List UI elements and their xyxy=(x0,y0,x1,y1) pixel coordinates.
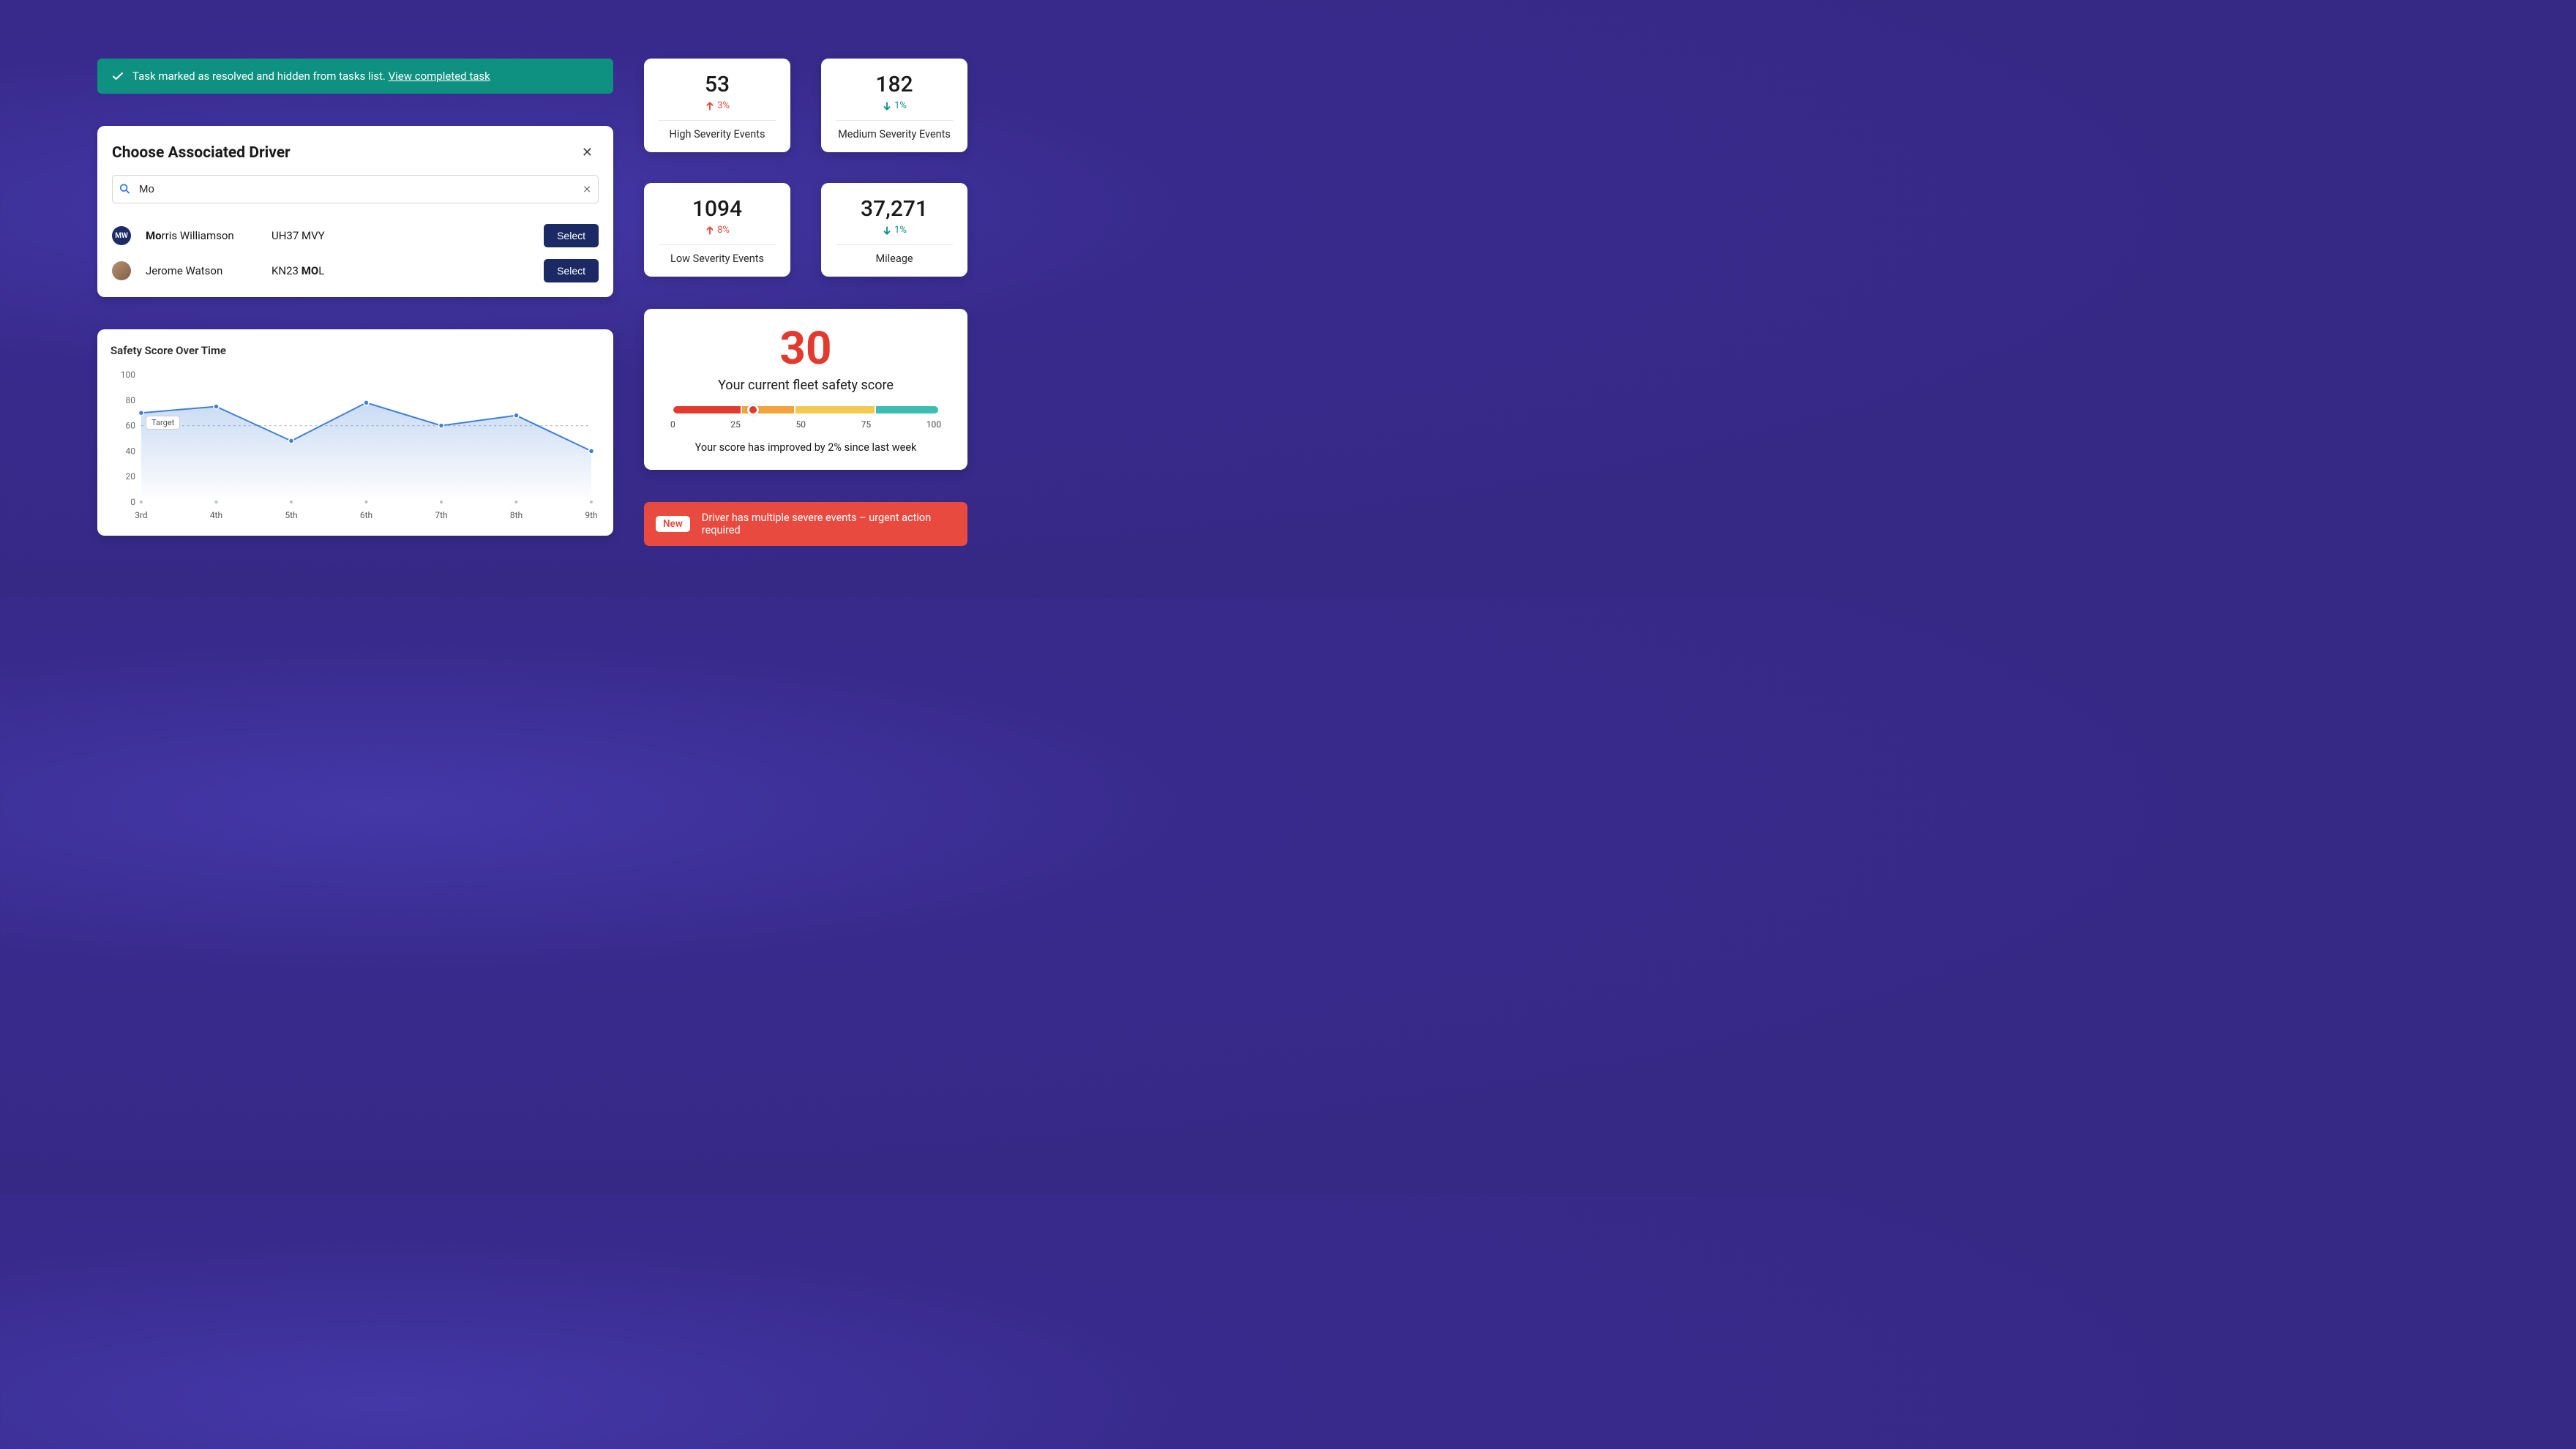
svg-text:9th: 9th xyxy=(585,510,597,520)
tile-value: 37,271 xyxy=(833,196,956,222)
svg-text:60: 60 xyxy=(125,421,135,431)
divider xyxy=(659,244,776,245)
search-icon xyxy=(119,182,130,196)
avatar: MW xyxy=(112,226,131,245)
close-icon: ✕ xyxy=(582,145,593,160)
arrow-down-icon xyxy=(882,225,892,236)
check-icon xyxy=(112,70,124,82)
gauge-tick: 75 xyxy=(861,419,872,430)
safety-score-value: 30 xyxy=(666,326,946,372)
svg-text:5th: 5th xyxy=(285,510,297,520)
tile-value: 182 xyxy=(833,72,956,97)
driver-name: Jerome Watson xyxy=(146,264,263,277)
svg-text:0: 0 xyxy=(130,497,135,507)
gauge-tick-labels: 0 25 50 75 100 xyxy=(670,419,941,430)
svg-text:20: 20 xyxy=(125,471,135,482)
svg-text:100: 100 xyxy=(121,370,135,380)
tile-value: 1094 xyxy=(656,196,779,222)
score-gauge xyxy=(673,406,938,413)
tile-label: Low Severity Events xyxy=(656,252,779,265)
select-driver-button[interactable]: Select xyxy=(544,259,599,282)
svg-text:6th: 6th xyxy=(360,510,372,520)
stat-tiles-grid: 53 3% High Severity Events 182 1% Medium Seve… xyxy=(644,59,967,277)
stat-tile: 37,271 1% Mileage xyxy=(821,183,967,277)
gauge-thumb xyxy=(747,404,759,416)
success-banner: Task marked as resolved and hidden from … xyxy=(97,59,613,94)
choose-driver-card: Choose Associated Driver ✕ ✕ MW Morris W… xyxy=(97,126,613,297)
chart-area: 0 20 40 60 80 100 3rd 4th 5th 6th 7th 8th 9th xyxy=(111,370,600,523)
svg-text:7th: 7th xyxy=(435,510,447,520)
arrow-up-icon xyxy=(705,101,715,111)
gauge-tick: 25 xyxy=(730,419,741,430)
stat-tile: 182 1% Medium Severity Events xyxy=(821,59,967,152)
gauge-segment-yellow xyxy=(795,406,875,413)
safety-score-subtitle: Your current fleet safety score xyxy=(666,378,946,393)
banner-text: Task marked as resolved and hidden from … xyxy=(132,70,389,83)
divider xyxy=(836,120,953,121)
arrow-up-icon xyxy=(705,225,715,236)
gauge-tick: 100 xyxy=(926,419,941,430)
score-note: Your score has improved by 2% since last… xyxy=(666,441,946,454)
tile-label: Medium Severity Events xyxy=(833,128,956,141)
svg-text:80: 80 xyxy=(125,395,135,405)
tile-delta: 1% xyxy=(833,100,956,111)
safety-chart-card: Safety Score Over Time 0 20 40 60 80 100 3rd 4t… xyxy=(97,329,613,536)
safety-score-card: 30 Your current fleet safety score 0 25 50… xyxy=(644,309,967,470)
close-button[interactable]: ✕ xyxy=(576,142,599,163)
select-driver-button[interactable]: Select xyxy=(544,224,599,247)
chart-title: Safety Score Over Time xyxy=(111,344,600,357)
clear-search-button[interactable]: ✕ xyxy=(583,183,591,195)
driver-name: Morris Williamson xyxy=(146,229,263,242)
stat-tile: 1094 8% Low Severity Events xyxy=(644,183,790,277)
svg-text:8th: 8th xyxy=(510,510,523,520)
arrow-down-icon xyxy=(882,101,892,111)
close-icon: ✕ xyxy=(583,183,591,195)
target-label-badge: Target xyxy=(146,416,180,430)
gauge-tick: 50 xyxy=(796,419,806,430)
tile-delta: 1% xyxy=(833,225,956,236)
view-completed-link[interactable]: View completed task xyxy=(389,70,490,83)
tile-label: Mileage xyxy=(833,252,956,265)
choose-driver-title: Choose Associated Driver xyxy=(112,144,291,162)
svg-text:3rd: 3rd xyxy=(135,510,147,520)
stat-tile: 53 3% High Severity Events xyxy=(644,59,790,152)
driver-row: Jerome Watson KN23 MOL Select xyxy=(112,259,599,282)
gauge-segment-teal xyxy=(876,406,938,413)
divider xyxy=(659,120,776,121)
svg-text:40: 40 xyxy=(125,446,135,456)
driver-search-input[interactable] xyxy=(112,175,599,203)
alert-badge: New xyxy=(656,516,690,532)
alert-text: Driver has multiple severe events – urge… xyxy=(702,512,956,536)
tile-delta: 8% xyxy=(656,225,779,236)
tile-value: 53 xyxy=(656,72,779,97)
driver-plate: UH37 MVY xyxy=(272,229,535,242)
driver-row: MW Morris Williamson UH37 MVY Select xyxy=(112,224,599,247)
tile-label: High Severity Events xyxy=(656,128,779,141)
tile-delta: 3% xyxy=(656,100,779,111)
avatar xyxy=(112,261,131,280)
urgent-alert-banner: New Driver has multiple severe events – … xyxy=(644,502,967,546)
driver-plate: KN23 MOL xyxy=(272,264,535,277)
svg-text:4th: 4th xyxy=(210,510,222,520)
divider xyxy=(836,244,953,245)
gauge-tick: 0 xyxy=(670,419,675,430)
gauge-segment-red xyxy=(673,406,741,413)
